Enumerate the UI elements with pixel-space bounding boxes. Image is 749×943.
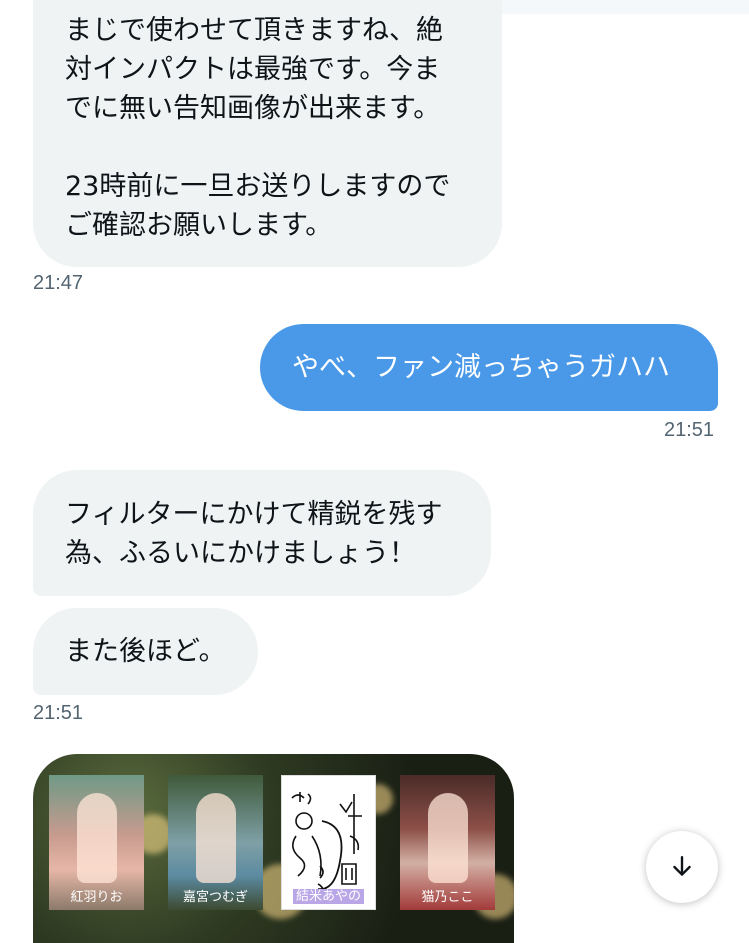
- image-attachment[interactable]: 紅羽りお 嘉宮つむぎ 結米あやの 猫乃ここ: [33, 754, 514, 943]
- scroll-to-bottom-button[interactable]: [646, 831, 718, 903]
- drawing-tile: 結米あやの: [281, 775, 376, 910]
- message-bubble-incoming[interactable]: また後ほど。: [33, 608, 258, 695]
- dm-conversation: まじで使わせて頂きますね、絶 対インパクトは最強です。今ま でに無い告知画像が出…: [0, 0, 749, 943]
- arrow-down-icon: [673, 856, 691, 876]
- photo-tile: 紅羽りお: [49, 775, 144, 910]
- tile-caption: 紅羽りお: [70, 890, 123, 905]
- message-timestamp: 21:47: [33, 272, 84, 294]
- message-bubble-incoming[interactable]: まじで使わせて頂きますね、絶 対インパクトは最強です。今ま でに無い告知画像が出…: [33, 0, 502, 267]
- photo-tile: 嘉宮つむぎ: [168, 775, 263, 910]
- message-bubble-outgoing[interactable]: やべ、ファン減っちゃうガハハ: [260, 324, 718, 411]
- portrait-figure: [196, 793, 236, 883]
- message-bubble-incoming[interactable]: フィルターにかけて精鋭を残す 為、ふるいにかけましょう！: [33, 470, 491, 596]
- message-timestamp: 21:51: [33, 702, 84, 724]
- photo-tile: 猫乃ここ: [400, 775, 495, 910]
- portrait-figure: [428, 793, 468, 883]
- tile-caption: 結米あやの: [282, 889, 375, 905]
- tile-caption: 猫乃ここ: [421, 890, 474, 905]
- message-timestamp: 21:51: [664, 419, 715, 441]
- tile-caption: 嘉宮つむぎ: [182, 890, 248, 905]
- portrait-figure: [77, 793, 117, 883]
